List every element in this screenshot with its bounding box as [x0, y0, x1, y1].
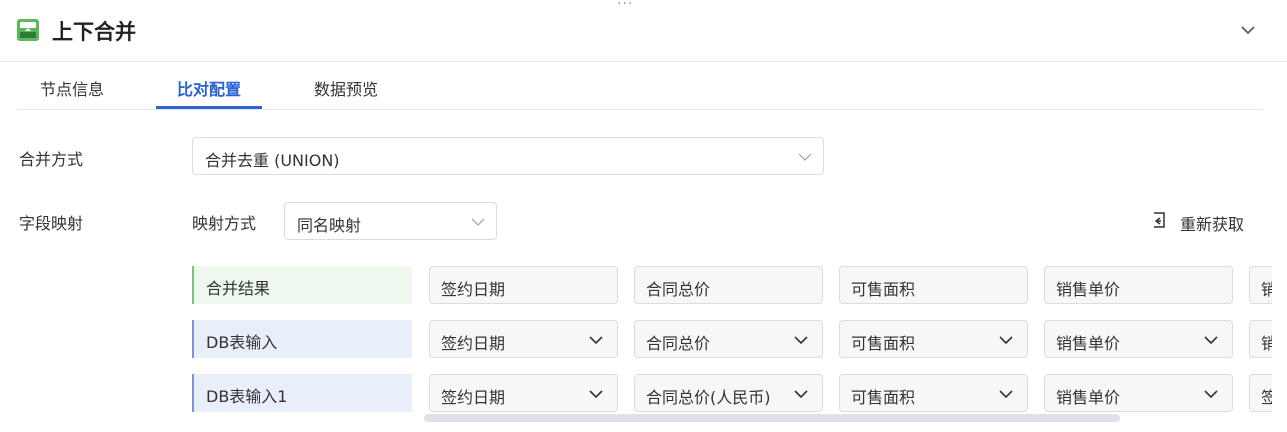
mapping-row-input: DB表输入1 签约日期 合同总价(人民币) 可售面积 销售单价 签: [192, 374, 1272, 412]
field-select[interactable]: 销: [1249, 320, 1272, 358]
field-select[interactable]: 签约日期: [429, 374, 618, 412]
field-mapping-label: 字段映射: [19, 214, 84, 233]
merge-node-icon: [17, 19, 39, 41]
chevron-down-icon: [1202, 332, 1220, 348]
chevron-down-icon: [587, 332, 605, 348]
chevron-down-icon: [1202, 386, 1220, 402]
chevron-down-icon[interactable]: [1238, 20, 1258, 40]
refresh-icon: [1154, 212, 1165, 228]
row-label: DB表输入: [192, 320, 412, 358]
field-value: 可售面积: [851, 388, 916, 407]
merge-mode-value: 合并去重 (UNION): [205, 151, 340, 170]
field-select[interactable]: 合同总价: [634, 320, 823, 358]
merge-config-panel: ··· 上下合并 节点信息 比对配置 数据预览 合并方式 合并去重 (UNION…: [0, 0, 1287, 432]
chevron-down-icon: [792, 386, 810, 402]
field-value: 签约日期: [441, 334, 506, 353]
field-select[interactable]: 签约日期: [429, 320, 618, 358]
field-value: 销: [1261, 334, 1272, 353]
tab-data-preview[interactable]: 数据预览: [314, 76, 378, 100]
field-value: 销售单价: [1056, 388, 1121, 407]
tab-bar: 节点信息 比对配置 数据预览: [18, 62, 1262, 110]
mapping-mode-value: 同名映射: [297, 216, 362, 235]
result-field: 销售单价: [1044, 266, 1233, 304]
field-value: 签: [1261, 388, 1272, 407]
chevron-down-icon: [792, 332, 810, 348]
merge-mode-label: 合并方式: [19, 150, 84, 169]
tab-compare-config[interactable]: 比对配置: [177, 76, 241, 100]
result-field: 签约日期: [429, 266, 618, 304]
merge-mode-select[interactable]: 合并去重 (UNION): [192, 137, 824, 175]
tab-node-info[interactable]: 节点信息: [40, 76, 104, 100]
result-field: 可售面积: [839, 266, 1028, 304]
row-label: 合并结果: [192, 266, 412, 304]
field-value: 合同总价(人民币): [646, 388, 771, 407]
page-title: 上下合并: [52, 20, 136, 44]
field-select[interactable]: 销售单价: [1044, 320, 1233, 358]
field-select[interactable]: 销售单价: [1044, 374, 1233, 412]
horizontal-scrollbar[interactable]: [424, 414, 1120, 422]
active-tab-indicator: [156, 106, 262, 109]
result-field: 合同总价: [634, 266, 823, 304]
mapping-row-input: DB表输入 签约日期 合同总价 可售面积 销售单价 销: [192, 320, 1272, 358]
field-select[interactable]: 可售面积: [839, 320, 1028, 358]
chevron-down-icon: [587, 386, 605, 402]
mapping-mode-select[interactable]: 同名映射: [284, 202, 497, 240]
chevron-down-icon: [798, 153, 812, 161]
mapping-row-result: 合并结果 签约日期 合同总价 可售面积 销售单价 销: [192, 266, 1272, 304]
field-value: 可售面积: [851, 334, 916, 353]
field-value: 签约日期: [441, 388, 506, 407]
field-value: 销售单价: [1056, 334, 1121, 353]
refresh-label: 重新获取: [1180, 215, 1245, 234]
chevron-down-icon: [997, 332, 1015, 348]
row-label: DB表输入1: [192, 374, 412, 412]
chevron-down-icon: [471, 218, 485, 226]
mapping-mode-label: 映射方式: [192, 214, 257, 233]
result-field: 销: [1249, 266, 1272, 304]
field-select[interactable]: 签: [1249, 374, 1272, 412]
field-select[interactable]: 合同总价(人民币): [634, 374, 823, 412]
panel-header: 上下合并: [0, 0, 1287, 62]
field-select[interactable]: 可售面积: [839, 374, 1028, 412]
field-mapping-grid: 合并结果 签约日期 合同总价 可售面积 销售单价 销 DB表输入 签约日期 合同…: [192, 266, 1272, 416]
field-value: 合同总价: [646, 334, 711, 353]
chevron-down-icon: [997, 386, 1015, 402]
